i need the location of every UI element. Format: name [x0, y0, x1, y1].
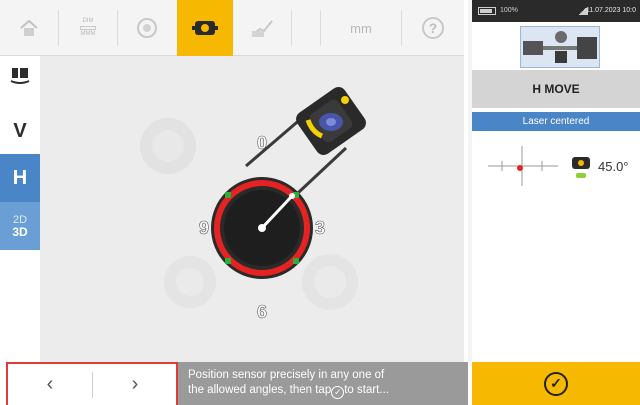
confirm-button[interactable]: ✓: [472, 362, 640, 405]
vertical-button[interactable]: V: [0, 114, 40, 148]
sensor-positioning-canvas: 0 9 3 6: [40, 56, 464, 362]
instruction-text: Position sensor precisely in any one of …: [178, 362, 468, 405]
check-circle-icon: ✓: [544, 371, 568, 396]
sensor-head-icon: [296, 87, 366, 155]
bottom-bar: ‹ › Position sensor precisely in any one…: [0, 362, 640, 405]
allowed-angle-marker: [225, 258, 231, 264]
sensor-button[interactable]: [177, 0, 233, 56]
machine-thumbnail[interactable]: [520, 26, 600, 68]
results-button[interactable]: [233, 0, 291, 56]
navigation-group: ‹ ›: [6, 362, 178, 405]
results-icon: [251, 20, 273, 37]
machine-train-icon: [523, 31, 597, 63]
right-panel: 100% 11.07.2023 10:0 H MOVE Laser center…: [468, 0, 640, 362]
machine-view-icon: [10, 68, 30, 84]
next-button[interactable]: ›: [93, 364, 177, 405]
angle-dial: [211, 177, 313, 279]
home-button[interactable]: [0, 0, 58, 56]
sensor-icon: [192, 21, 218, 35]
dial-label-bottom: 6: [257, 302, 267, 322]
help-icon: ?: [422, 17, 444, 39]
dial-label-left: 9: [199, 218, 209, 238]
laser-status-badge: Laser centered: [472, 112, 640, 131]
units-button[interactable]: mm: [321, 0, 401, 56]
view-mode-button[interactable]: 2D 3D: [0, 202, 40, 250]
check-circle-icon: ✓: [331, 386, 345, 399]
previous-button[interactable]: ‹: [8, 364, 92, 405]
panel-title: H MOVE: [472, 70, 640, 108]
battery-icon: [478, 7, 496, 15]
help-button[interactable]: ?: [402, 0, 464, 56]
dial-label-right: 3: [315, 218, 325, 238]
measure-icon: [137, 18, 157, 38]
home-icon: [20, 19, 38, 36]
dimensions-icon: DIM MMM: [80, 18, 96, 37]
allowed-angle-marker: [225, 192, 231, 198]
allowed-angle-marker: [293, 258, 299, 264]
app-window: DIM MMM mm ? V H 2D 3D 0 9 3 6 100% 11.0…: [0, 0, 640, 405]
sensor-readout: 45.0°: [472, 131, 640, 231]
positioning-graphic: 0 9 3 6: [140, 87, 366, 322]
machine-view-button[interactable]: [0, 56, 40, 94]
dimensions-button[interactable]: DIM MMM: [59, 0, 117, 56]
dial-label-top: 0: [257, 133, 267, 153]
top-toolbar: DIM MMM mm ?: [0, 0, 464, 56]
machine-thumbnail-area: [472, 22, 640, 70]
status-datetime: 11.07.2023 10:0: [585, 7, 636, 14]
battery-level: 100%: [500, 7, 518, 14]
sensor-angle-icon: [572, 157, 590, 178]
horizontal-button[interactable]: H: [0, 154, 40, 202]
status-bar: 100% 11.07.2023 10:0: [472, 0, 640, 22]
measure-button[interactable]: [118, 0, 176, 56]
sensor-angle-value: 45.0°: [598, 159, 629, 174]
laser-dot-icon: [517, 165, 523, 171]
